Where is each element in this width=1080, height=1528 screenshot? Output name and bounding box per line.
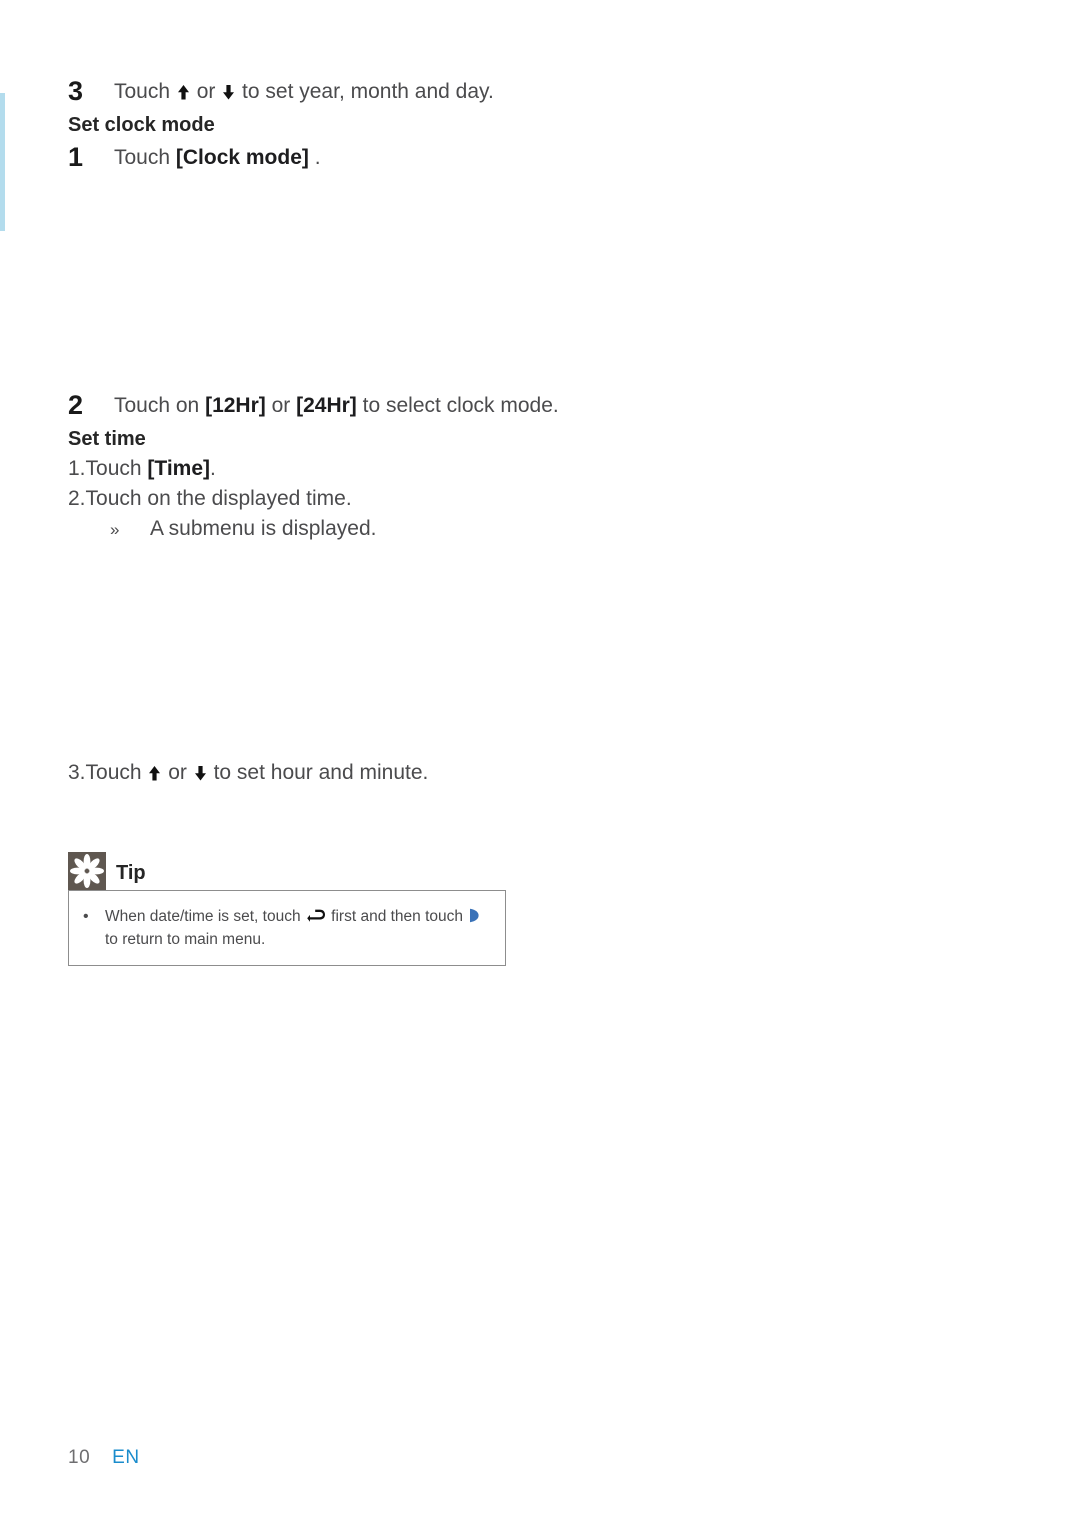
tip-text-part3: to return to main menu. — [105, 931, 266, 948]
menu-item-time: [Time] — [147, 457, 211, 480]
tip-title: Tip — [116, 862, 146, 884]
time-step-3: 3.Touch or to set hour and minute. — [68, 758, 668, 788]
heading-set-time: Set time — [68, 428, 146, 450]
step-text-middle: or — [190, 80, 222, 103]
left-accent-rule — [0, 93, 5, 231]
step-2-select-clock-mode: 2 Touch on [12Hr] or [24Hr] to select cl… — [68, 388, 668, 422]
list-text-before: Touch — [85, 761, 148, 784]
step-text: Touch or to set year, month and day. — [114, 74, 668, 107]
list-marker: 3. — [68, 761, 86, 784]
step-text: Touch on [12Hr] or [24Hr] to select cloc… — [114, 388, 668, 421]
tip-header: Tip — [68, 852, 506, 890]
arrow-down-filled-icon — [222, 84, 235, 101]
arrow-up-filled-icon — [177, 84, 190, 101]
figure-placeholder-clock-mode — [68, 176, 668, 388]
page-content: 3 Touch or to set year, month and day. S… — [68, 74, 668, 788]
tip-text-part1: When date/time is set, touch — [105, 908, 305, 925]
step-1-touch-clock-mode: 1 Touch [Clock mode] . — [68, 140, 668, 174]
list-text-before: Touch on the displayed time. — [85, 487, 352, 510]
bullet-marker: • — [83, 908, 89, 925]
list-text-after: to set hour and minute. — [207, 761, 429, 784]
next-navigate-icon — [469, 907, 479, 923]
list-text-after: . — [210, 457, 216, 480]
step-text-after: to select clock mode. — [356, 394, 559, 417]
time-step-1: 1.Touch [Time]. — [68, 454, 668, 484]
list-marker: 2. — [68, 487, 86, 510]
step-number: 1 — [68, 142, 84, 172]
list-text-middle: or — [162, 761, 193, 784]
tip-bullet-row: • When date/time is set, touch first and… — [83, 905, 493, 951]
step-text: Touch [Clock mode] . — [114, 140, 668, 173]
menu-item-clock-mode: [Clock mode] — [175, 146, 309, 169]
step-3-set-date: 3 Touch or to set year, month and day. — [68, 74, 668, 108]
figure-placeholder-time-submenu — [68, 546, 668, 758]
step-text-after: . — [308, 146, 321, 169]
manual-page: 3 Touch or to set year, month and day. S… — [0, 0, 1080, 1528]
step-text-middle: or — [265, 394, 297, 417]
heading-set-clock-mode: Set clock mode — [68, 114, 215, 136]
menu-item-12hr: [12Hr] — [205, 394, 266, 417]
tip-text: When date/time is set, touch first and t… — [105, 905, 493, 951]
step-number: 3 — [68, 76, 84, 106]
step-text-before: Touch on — [114, 394, 206, 417]
time-step-2: 2.Touch on the displayed time. — [68, 484, 668, 514]
result-marker: » — [110, 520, 120, 539]
menu-item-24hr: [24Hr] — [296, 394, 357, 417]
tip-body: • When date/time is set, touch first and… — [68, 890, 506, 966]
arrow-down-filled-icon — [194, 765, 207, 782]
step-text-before: Touch — [114, 146, 176, 169]
tip-callout: Tip • When date/time is set, touch first… — [68, 852, 506, 966]
language-code: EN — [112, 1447, 140, 1468]
page-footer: 10 EN — [68, 1447, 140, 1469]
step-text-before: Touch — [114, 80, 176, 103]
tip-text-part2: first and then touch — [326, 908, 468, 925]
result-text: A submenu is displayed. — [150, 517, 377, 540]
arrow-up-filled-icon — [148, 765, 161, 782]
return-arrow-icon — [307, 907, 325, 922]
page-number: 10 — [68, 1447, 91, 1468]
step-number: 2 — [68, 390, 84, 420]
submenu-result-line: » A submenu is displayed. — [110, 514, 668, 546]
step-text-after: to set year, month and day. — [236, 80, 494, 103]
list-marker: 1. — [68, 457, 86, 480]
asterisk-flower-icon — [68, 852, 106, 890]
list-text-before: Touch — [85, 457, 148, 480]
